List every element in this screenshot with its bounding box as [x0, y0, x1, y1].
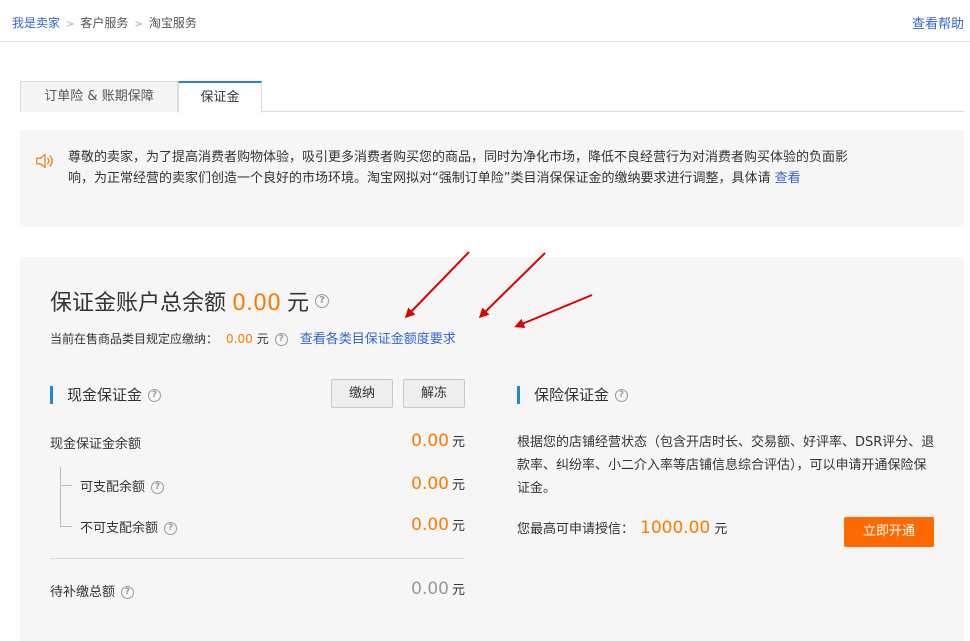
notice-body: 尊敬的卖家，为了提高消费者购物体验，吸引更多消费者购买您的商品，同时为净化市场，…	[68, 150, 849, 186]
breadcrumb-item-seller[interactable]: 我是卖家	[12, 16, 60, 30]
required-unit: 元	[256, 332, 269, 346]
insurance-credit-label: 您最高可申请授信：	[517, 522, 635, 537]
insurance-deposit-title: 保险保证金?	[517, 386, 629, 404]
account-total-unit: 元	[287, 291, 310, 316]
open-now-button[interactable]: 立即开通	[844, 517, 934, 547]
account-total-label: 保证金账户总余额	[50, 291, 227, 316]
available-balance-label: 可支配余额?	[80, 476, 165, 495]
cash-balance-row: 现金保证金余额 0.00 元	[50, 431, 465, 453]
cash-balance-value: 0.00 元	[411, 431, 465, 451]
question-circle-icon[interactable]: ?	[148, 389, 162, 402]
notice-banner: 尊敬的卖家，为了提高消费者购物体验，吸引更多消费者购买您的商品，同时为净化市场，…	[20, 130, 964, 227]
available-balance-unit: 元	[451, 478, 465, 493]
unavailable-balance-value: 0.00 元	[411, 515, 465, 535]
divider	[50, 558, 465, 559]
pending-payment-amount: 0.00	[411, 579, 449, 599]
account-total: 保证金账户总余额 0.00 元?	[50, 285, 330, 317]
speaker-icon	[36, 153, 53, 169]
requirements-link[interactable]: 查看各类目保证金额度要求	[300, 332, 456, 347]
pending-payment-value: 0.00 元	[411, 579, 465, 599]
notice-view-link[interactable]: 查看	[775, 171, 801, 186]
insurance-credit: 您最高可申请授信： 1000.00 元	[517, 518, 727, 538]
available-balance-amount: 0.00	[411, 474, 449, 494]
available-balance-value: 0.00 元	[411, 474, 465, 494]
unavailable-balance-label: 不可支配余额?	[80, 517, 178, 536]
top-bar: 我是卖家 > 客户服务 > 淘宝服务 查看帮助	[0, 0, 970, 42]
cash-balance-label: 现金保证金余额	[50, 437, 142, 452]
pending-payment-label: 待补缴总额?	[50, 581, 135, 600]
pay-button[interactable]: 缴纳	[331, 379, 393, 408]
pending-payment-unit: 元	[451, 583, 465, 598]
available-balance-row: 可支配余额? 0.00 元	[50, 474, 465, 496]
unavailable-balance-label-text: 不可支配余额	[80, 521, 159, 536]
tab-order-insurance[interactable]: 订单险 & 账期保障	[20, 81, 178, 112]
question-circle-icon[interactable]: ?	[121, 586, 135, 599]
insurance-credit-amount: 1000.00	[640, 518, 711, 538]
insurance-credit-unit: 元	[714, 522, 728, 537]
notice-text: 尊敬的卖家，为了提高消费者购物体验，吸引更多消费者购买您的商品，同时为净化市场，…	[68, 147, 868, 189]
question-circle-icon[interactable]: ?	[151, 481, 165, 494]
breadcrumb-separator: >	[66, 19, 75, 30]
cash-deposit-title: 现金保证金?	[50, 386, 162, 404]
required-deposit: 当前在售商品类目规定应缴纳： 0.00 元? 查看各类目保证金额度要求	[50, 328, 456, 347]
tab-deposit[interactable]: 保证金	[178, 81, 262, 113]
unavailable-balance-row: 不可支配余额? 0.00 元	[50, 515, 465, 537]
insurance-description: 根据您的店铺经营状态（包含开店时长、交易额、好评率、DSR评分、退款率、纠纷率、…	[517, 435, 935, 496]
cash-balance-unit: 元	[451, 435, 465, 450]
breadcrumb-separator: >	[134, 19, 143, 30]
pending-payment-label-text: 待补缴总额	[50, 585, 116, 600]
question-circle-icon[interactable]: ?	[274, 333, 288, 346]
breadcrumb-item-customer-service: 客户服务	[80, 16, 129, 30]
question-circle-icon[interactable]: ?	[615, 389, 629, 402]
unfreeze-button[interactable]: 解冻	[403, 379, 465, 408]
breadcrumb: 我是卖家 > 客户服务 > 淘宝服务	[12, 14, 197, 31]
account-total-amount: 0.00	[232, 291, 281, 316]
pending-payment-row: 待补缴总额? 0.00 元	[50, 579, 465, 601]
question-circle-icon[interactable]: ?	[164, 522, 178, 535]
available-balance-label-text: 可支配余额	[80, 480, 146, 495]
tab-bar: 订单险 & 账期保障 保证金	[20, 81, 964, 113]
required-label: 当前在售商品类目规定应缴纳：	[50, 332, 219, 346]
required-amount: 0.00	[226, 332, 253, 346]
insurance-deposit-title-text: 保险保证金	[534, 386, 610, 404]
deposit-panel: 保证金账户总余额 0.00 元? 当前在售商品类目规定应缴纳： 0.00 元? 查看各类目…	[20, 257, 964, 641]
unavailable-balance-unit: 元	[451, 519, 465, 534]
cash-deposit-title-text: 现金保证金	[67, 386, 143, 404]
help-link[interactable]: 查看帮助	[912, 13, 964, 32]
breadcrumb-item-taobao-service: 淘宝服务	[148, 16, 197, 30]
question-circle-icon[interactable]: ?	[315, 294, 330, 308]
unavailable-balance-amount: 0.00	[411, 515, 449, 535]
cash-balance-amount: 0.00	[411, 431, 449, 451]
